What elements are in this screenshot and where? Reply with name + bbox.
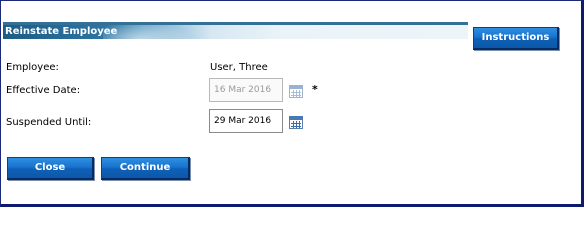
employee-value: User, Three [210,62,268,73]
calendar-icon [289,85,303,98]
close-button[interactable]: Close [7,157,94,180]
instructions-button[interactable]: Instructions [473,27,559,50]
required-marker: * [312,83,318,96]
employee-label: Employee: [6,62,59,73]
suspended-until-field[interactable] [209,109,283,133]
page-title: Reinstate Employee [5,26,118,37]
dialog-frame: Reinstate Employee Instructions Employee… [0,0,584,207]
section-header: Reinstate Employee [3,22,468,39]
calendar-icon[interactable] [289,116,303,129]
suspended-until-label: Suspended Until: [6,117,92,128]
effective-date-field [209,78,283,102]
continue-button[interactable]: Continue [101,157,190,180]
effective-date-label: Effective Date: [6,85,81,96]
